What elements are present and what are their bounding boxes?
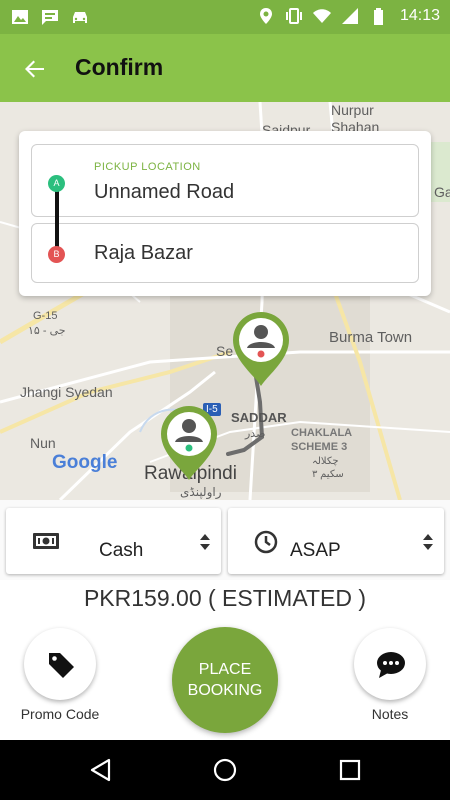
pickup-location-field[interactable]: PICKUP LOCATION Unnamed Road — [31, 144, 419, 217]
map-label-chaklala-urdu-1: چکلالہ — [312, 456, 339, 467]
dropoff-location-field[interactable]: Raja Bazar — [31, 223, 419, 283]
nav-recent-icon[interactable] — [337, 757, 363, 783]
nav-back-icon[interactable] — [88, 757, 114, 783]
map-label-ga: Ga — [434, 184, 450, 200]
options-row: Cash ASAP — [0, 500, 450, 580]
cash-icon — [33, 533, 59, 549]
image-icon — [12, 10, 28, 24]
google-logo: Google — [52, 452, 118, 473]
clock-icon — [254, 530, 278, 554]
promo-code-button[interactable] — [24, 628, 96, 700]
map-label-saddar-urdu: صدر — [245, 428, 266, 440]
map-label-g15: G-15 — [33, 310, 58, 322]
tag-icon — [49, 653, 74, 678]
pickup-pin-icon[interactable] — [157, 404, 221, 482]
pickup-caption: PICKUP LOCATION — [94, 161, 201, 173]
route-card: PICKUP LOCATION Unnamed Road Raja Bazar — [19, 131, 431, 296]
payment-method-label: Cash — [99, 540, 144, 561]
battery-icon — [373, 8, 383, 25]
map-label-chaklala-1: CHAKLALA — [291, 427, 353, 439]
map-label-g15-urdu: جی - ۱۵ — [28, 325, 66, 337]
map-label-chaklala-urdu-2: سکیم ۳ — [312, 469, 344, 480]
status-bar: 14:13 — [0, 0, 450, 34]
vibrate-icon — [285, 8, 302, 24]
notes-button[interactable] — [354, 628, 426, 700]
wifi-icon — [312, 9, 331, 23]
location-icon — [259, 8, 272, 24]
map-label-saddar: SADDAR — [231, 410, 287, 425]
map-label-rawalpindi-urdu: راولپنڈی — [180, 485, 222, 499]
map-label-nurpur: Nurpur — [331, 102, 374, 118]
dropoff-value: Raja Bazar — [94, 242, 193, 264]
sort-caret-icon — [200, 534, 210, 550]
chat-icon — [377, 652, 405, 678]
app-bar: Confirm — [0, 34, 450, 102]
notes-label: Notes — [371, 706, 409, 722]
marker-a-icon: A — [48, 175, 65, 192]
system-nav-bar — [0, 740, 450, 800]
arrow-back-icon[interactable] — [20, 54, 50, 84]
marker-b-icon: B — [48, 246, 65, 263]
map-label-burma-town: Burma Town — [329, 329, 413, 346]
payment-method-select[interactable]: Cash — [6, 508, 221, 574]
fare-estimate: PKR159.00 ( ESTIMATED ) — [83, 585, 367, 611]
page-title: Confirm — [75, 54, 164, 80]
taxi-icon — [73, 12, 87, 23]
map-label-nun: Nun — [30, 435, 56, 451]
signal-icon — [341, 8, 358, 24]
bottom-actions: Promo Code PLACE BOOKING Notes — [0, 622, 450, 740]
place-booking-button[interactable]: PLACE BOOKING — [172, 627, 278, 733]
pickup-value: Unnamed Road — [94, 181, 235, 203]
pickup-time-select[interactable]: ASAP — [228, 508, 444, 574]
map-label-chaklala-2: SCHEME 3 — [291, 441, 348, 453]
map-label-jhangi-syedan: Jhangi Syedan — [20, 384, 113, 400]
status-clock: 14:13 — [399, 7, 440, 24]
promo-code-label: Promo Code — [20, 706, 100, 722]
sort-caret-icon — [423, 534, 433, 550]
dropoff-pin-icon[interactable] — [229, 310, 293, 388]
pickup-time-label: ASAP — [290, 540, 341, 561]
route-connector-line — [55, 190, 59, 248]
message-icon — [42, 10, 58, 25]
nav-home-icon[interactable] — [212, 757, 238, 783]
